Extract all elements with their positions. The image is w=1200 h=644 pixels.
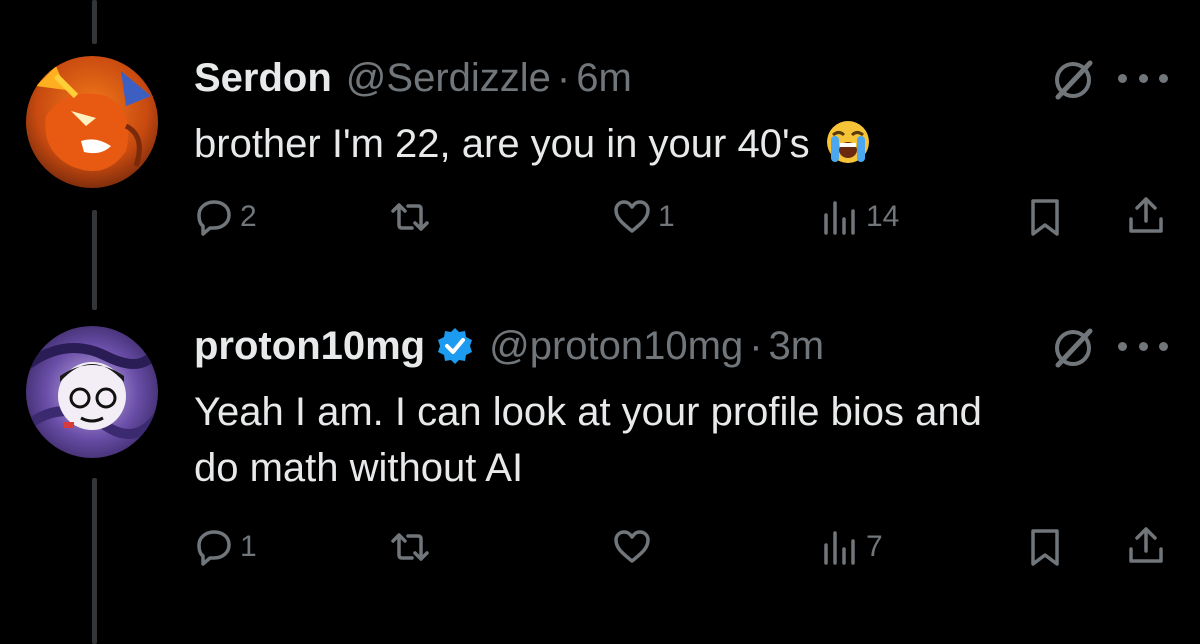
like-icon — [614, 200, 650, 233]
views-icon — [824, 201, 855, 235]
display-name[interactable]: Serdon — [194, 56, 332, 101]
tweet-header: Serdon @Serdizzle · 6m — [194, 54, 632, 102]
verified-badge-icon[interactable] — [435, 326, 475, 366]
loudly-crying-face-icon — [826, 121, 869, 163]
user-handle[interactable]: @proton10mg — [489, 324, 743, 369]
tweet-header: proton10mg @proton10mg · 3m — [194, 322, 824, 370]
tweet-text: Yeah I am. I can look at your profile bi… — [194, 384, 1154, 496]
avatar[interactable] — [26, 56, 158, 188]
share-button[interactable] — [1126, 525, 1166, 565]
reply-count: 2 — [240, 200, 257, 233]
like-button[interactable]: 1 — [612, 197, 675, 237]
tweet-text: brother I'm 22, are you in your 40's — [194, 116, 1154, 172]
repost-button[interactable] — [390, 197, 436, 237]
repost-icon — [391, 203, 429, 231]
repost-icon — [391, 533, 429, 561]
share-icon — [1129, 197, 1163, 233]
views-icon — [824, 531, 855, 565]
tweet-serdon[interactable]: Serdon @Serdizzle · 6m brother I'm 22, a… — [0, 0, 1200, 290]
user-handle[interactable]: @Serdizzle — [346, 56, 551, 101]
reply-count: 1 — [240, 530, 257, 563]
orange-monster-avatar-icon — [26, 56, 158, 188]
share-button[interactable] — [1126, 195, 1166, 235]
reply-icon — [197, 530, 231, 566]
more-icon[interactable] — [1118, 68, 1168, 88]
reply-button[interactable]: 1 — [194, 527, 257, 567]
views-count: 7 — [866, 530, 883, 563]
views-button[interactable]: 14 — [820, 197, 899, 237]
tweet-text-line: do math without AI — [194, 446, 524, 490]
bookmark-icon — [1031, 199, 1059, 236]
tweet-text-content: brother I'm 22, are you in your 40's — [194, 122, 810, 166]
share-icon — [1129, 527, 1163, 563]
separator: · — [556, 55, 571, 100]
views-button[interactable]: 7 — [820, 527, 883, 567]
grok-icon[interactable] — [1048, 323, 1098, 373]
tweet-proton10mg[interactable]: proton10mg @proton10mg · 3m Yeah I am. I… — [0, 290, 1200, 644]
avatar[interactable] — [26, 326, 158, 458]
views-count: 14 — [866, 200, 900, 233]
repost-button[interactable] — [390, 527, 436, 567]
tweet-text-line: Yeah I am. I can look at your profile bi… — [194, 390, 982, 434]
bookmark-button[interactable] — [1025, 197, 1065, 237]
timestamp[interactable]: 3m — [769, 324, 825, 369]
grok-icon[interactable] — [1048, 55, 1098, 105]
purple-swirl-cartoon-avatar-icon — [26, 326, 158, 458]
like-count: 1 — [658, 200, 675, 233]
bookmark-button[interactable] — [1025, 527, 1065, 567]
like-icon — [614, 530, 650, 563]
timestamp[interactable]: 6m — [576, 56, 632, 101]
more-icon[interactable] — [1118, 336, 1168, 356]
like-button[interactable] — [612, 527, 658, 567]
separator: · — [749, 323, 763, 368]
display-name[interactable]: proton10mg — [194, 324, 425, 369]
reply-button[interactable]: 2 — [194, 197, 257, 237]
bookmark-icon — [1031, 529, 1059, 566]
tweet-actions: 2 1 14 — [0, 192, 1200, 252]
tweet-actions: 1 7 — [0, 522, 1200, 582]
reply-icon — [197, 200, 231, 236]
